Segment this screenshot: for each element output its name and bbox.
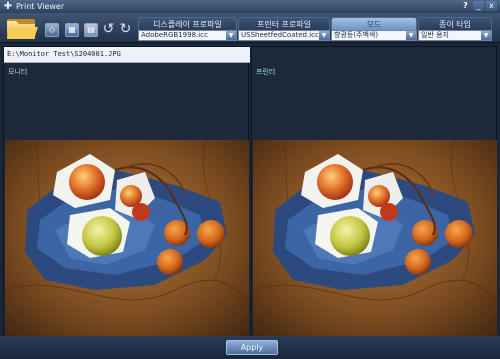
paper-type-value: 일반 용지 (421, 31, 449, 39)
grid-icon[interactable]: ▦ (65, 23, 79, 37)
help-button[interactable]: ? (460, 1, 471, 11)
display-profile-select[interactable]: AdobeRGB1998.icc ▼ (138, 30, 237, 41)
tab-mode[interactable]: 모드 (331, 17, 417, 30)
redo-icon[interactable]: ↻ (118, 22, 133, 37)
chevron-down-icon[interactable]: ▼ (406, 31, 416, 40)
printer-profile-select[interactable]: USSheetfedCoated.icc ▼ (238, 30, 330, 41)
monitor-preview-image (5, 140, 249, 341)
printer-label: 프린터 (256, 68, 276, 76)
folder-open-icon[interactable] (5, 14, 39, 42)
printer-profile-value: USSheetfedCoated.icc (241, 31, 319, 39)
printer-preview-image (253, 140, 497, 341)
tab-display-profile[interactable]: 디스플레이 프로파일 (138, 17, 237, 30)
close-button[interactable]: x (486, 1, 497, 11)
printer-preview-panel: 프린터 (251, 46, 497, 341)
file-path-bar: E:\Monitor Test\S204001.JPG (4, 47, 250, 63)
file-path: E:\Monitor Test\S204001.JPG (7, 50, 121, 58)
compare-icon[interactable]: ◇ (45, 23, 59, 37)
app-cross-icon: ✚ (3, 0, 13, 12)
minimize-button[interactable]: _ (473, 1, 484, 11)
title-bar: ✚ Print Viewer ? _ x (0, 0, 500, 13)
chevron-down-icon[interactable]: ▼ (481, 31, 491, 40)
window-title: Print Viewer (16, 2, 65, 11)
chevron-down-icon[interactable]: ▼ (319, 31, 329, 40)
monitor-preview-panel: E:\Monitor Test\S204001.JPG 모니터 (3, 46, 250, 341)
mode-value: 향광등(주백색) (334, 31, 379, 39)
apply-button[interactable]: Apply (226, 340, 278, 355)
monitor-label: 모니터 (8, 68, 28, 76)
tab-printer-profile[interactable]: 프린터 프로파일 (238, 17, 330, 30)
chevron-down-icon[interactable]: ▼ (226, 31, 236, 40)
paper-type-select[interactable]: 일반 용지 ▼ (418, 30, 492, 41)
window-controls: ? _ x (460, 1, 497, 11)
tab-paper-type[interactable]: 종이 타입 (418, 17, 492, 30)
display-profile-value: AdobeRGB1998.icc (141, 31, 208, 39)
document-icon[interactable]: ▤ (84, 23, 98, 37)
bottom-bar: Apply (0, 336, 500, 359)
undo-icon[interactable]: ↺ (101, 22, 116, 37)
mode-select[interactable]: 향광등(주백색) ▼ (331, 30, 417, 41)
